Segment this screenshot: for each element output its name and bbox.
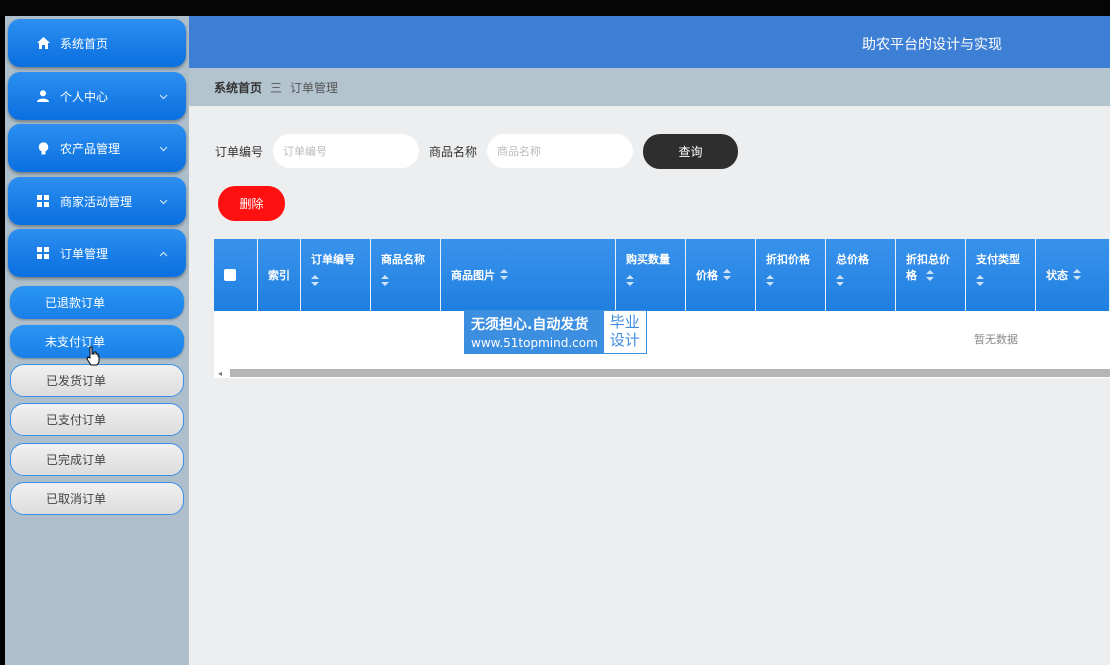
column-header-index: 索引 — [258, 239, 301, 311]
breadcrumb: 系统首页 三 订单管理 — [189, 68, 1110, 106]
sidebar-item-home[interactable]: 系统首页 — [8, 19, 186, 67]
sort-icon[interactable] — [626, 275, 634, 287]
chevron-up-icon — [159, 246, 168, 260]
sidebar-item-profile[interactable]: 个人中心 — [8, 72, 186, 120]
order-no-label: 订单编号 — [215, 144, 264, 159]
bulb-icon — [36, 141, 50, 155]
product-name-input[interactable] — [487, 134, 634, 168]
table-header: 索引 订单编号 商品名称 商品图片 购买数量 价格 折扣价格 总价格 折扣总价格… — [214, 239, 1110, 311]
chevron-down-icon — [159, 89, 168, 103]
sidebar: 系统首页 个人中心 农产品管理 商家活动管理 订单管理 已退款订单 未支付订单 … — [5, 16, 189, 665]
sort-icon[interactable] — [311, 275, 319, 287]
column-header-discount-price[interactable]: 折扣价格 — [756, 239, 826, 311]
column-header-pay-type[interactable]: 支付类型 — [966, 239, 1036, 311]
grid-icon — [36, 246, 50, 260]
chevron-down-icon — [159, 194, 168, 208]
orders-table: 索引 订单编号 商品名称 商品图片 购买数量 价格 折扣价格 总价格 折扣总价格… — [214, 239, 1110, 378]
sidebar-item-products[interactable]: 农产品管理 — [8, 124, 186, 172]
main-content: 订单编号 商品名称 查询 删除 索引 订单编号 商品名称 商品图片 — [189, 106, 1110, 665]
search-bar: 订单编号 商品名称 查询 — [215, 133, 739, 169]
delete-button[interactable]: 删除 — [218, 186, 285, 221]
sidebar-item-label: 系统首页 — [60, 36, 109, 51]
column-header-price[interactable]: 价格 — [686, 239, 756, 311]
query-button[interactable]: 查询 — [643, 133, 739, 169]
sort-icon[interactable] — [976, 275, 984, 287]
watermark-banner: 无须担心.自动发货 www.51topmind.com 毕业 设计 — [464, 310, 647, 354]
product-name-label: 商品名称 — [429, 144, 478, 159]
column-header-order-no[interactable]: 订单编号 — [301, 239, 371, 311]
watermark-line2: www.51topmind.com — [471, 336, 598, 350]
chevron-down-icon — [159, 141, 168, 155]
column-header-product-image[interactable]: 商品图片 — [441, 239, 616, 311]
breadcrumb-home[interactable]: 系统首页 — [214, 79, 262, 96]
sort-icon[interactable] — [1073, 269, 1081, 281]
sort-icon[interactable] — [925, 270, 934, 282]
sidebar-item-label: 订单管理 — [60, 246, 109, 261]
column-header-total-price[interactable]: 总价格 — [826, 239, 896, 311]
sub-item-refunded-orders[interactable]: 已退款订单 — [10, 286, 184, 319]
column-header-product-name[interactable]: 商品名称 — [371, 239, 441, 311]
sidebar-item-label: 农产品管理 — [60, 141, 121, 156]
watermark-right1: 毕业 — [609, 313, 640, 331]
grid-icon — [36, 194, 50, 208]
watermark-right2: 设计 — [609, 331, 640, 349]
column-header-quantity[interactable]: 购买数量 — [616, 239, 686, 311]
hand-cursor-icon — [86, 346, 100, 369]
sidebar-item-merchant-activity[interactable]: 商家活动管理 — [8, 177, 186, 225]
sub-item-cancelled-orders[interactable]: 已取消订单 — [10, 482, 184, 515]
app-header: 助农平台的设计与实现 — [189, 16, 1110, 68]
scroll-left-icon[interactable]: ◂ — [218, 369, 222, 378]
column-header-discount-total[interactable]: 折扣总价格 — [896, 239, 966, 311]
sort-icon[interactable] — [723, 269, 731, 281]
breadcrumb-separator: 三 — [270, 80, 283, 95]
sort-icon[interactable] — [381, 275, 389, 287]
sub-item-completed-orders[interactable]: 已完成订单 — [10, 443, 184, 476]
user-icon — [36, 89, 50, 103]
window-top-bar — [0, 0, 1110, 16]
empty-state-text: 暂无数据 — [974, 333, 1018, 346]
select-all-checkbox[interactable] — [224, 269, 236, 281]
sub-item-paid-orders[interactable]: 已支付订单 — [10, 403, 184, 436]
sidebar-item-label: 商家活动管理 — [60, 194, 133, 209]
sort-icon[interactable] — [500, 269, 508, 281]
page-title: 助农平台的设计与实现 — [862, 37, 1002, 53]
order-no-input[interactable] — [273, 134, 420, 168]
table-body: 暂无数据 — [214, 311, 1110, 366]
sort-icon[interactable] — [766, 275, 774, 287]
sidebar-item-label: 个人中心 — [60, 89, 109, 104]
select-all-cell — [214, 239, 258, 311]
breadcrumb-current: 订单管理 — [290, 80, 339, 95]
sidebar-item-orders[interactable]: 订单管理 — [8, 229, 186, 277]
home-icon — [36, 36, 50, 50]
horizontal-scrollbar[interactable]: ◂ — [214, 366, 1110, 378]
scrollbar-thumb[interactable] — [230, 369, 1110, 377]
watermark-line1: 无须担心.自动发货 — [471, 317, 589, 333]
sort-icon[interactable] — [836, 275, 844, 287]
column-header-status[interactable]: 状态 — [1036, 239, 1110, 311]
